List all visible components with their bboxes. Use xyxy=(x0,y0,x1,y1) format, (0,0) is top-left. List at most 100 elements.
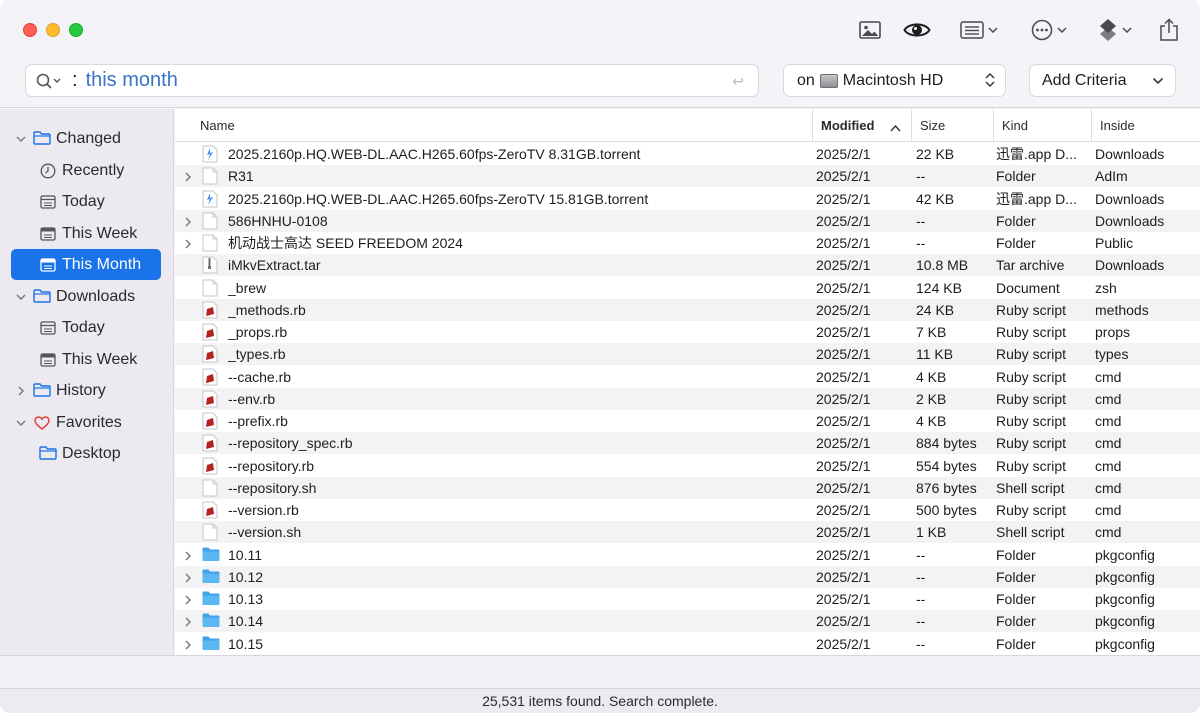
chevron-right-icon[interactable] xyxy=(183,549,193,565)
sidebar-item-label: This Week xyxy=(62,224,138,242)
table-row[interactable]: 10.11 2025/2/1 -- Folder pkgconfig xyxy=(175,544,1200,566)
status-bar: 25,531 items found. Search complete. xyxy=(0,688,1200,713)
kind-cell: Ruby script xyxy=(996,368,1067,385)
inside-cell: types xyxy=(1095,346,1129,363)
kind-cell: Ruby script xyxy=(996,324,1067,340)
table-row[interactable]: 10.12 2025/2/1 -- Folder pkgconfig xyxy=(175,565,1200,588)
image-icon[interactable] xyxy=(855,14,885,46)
table-row[interactable]: iMkvExtract.tar 2025/2/1 10.8 MB Tar archiv… xyxy=(175,254,1200,277)
calendar-icon xyxy=(40,258,56,272)
sidebar-item-today[interactable]: Today xyxy=(0,312,174,343)
minimize-window-button[interactable] xyxy=(46,23,60,37)
table-row[interactable]: --repository.rb 2025/2/1 554 bytes Ruby scr… xyxy=(175,455,1200,477)
chevron-down-icon[interactable] xyxy=(15,416,27,434)
size-cell: -- xyxy=(916,546,926,563)
name-cell: --version.rb xyxy=(228,502,299,518)
table-row[interactable]: 2025.2160p.HQ.WEB-DL.AAC.H265.60fps-Zero… xyxy=(175,143,1200,165)
modified-cell: 2025/2/1 xyxy=(816,368,871,385)
name-cell: --repository.rb xyxy=(228,457,315,474)
eye-icon[interactable] xyxy=(900,14,934,46)
sidebar-group-history[interactable]: History xyxy=(0,375,174,406)
sidebar-item-today[interactable]: Today xyxy=(0,186,174,217)
table-row[interactable]: _methods.rb 2025/2/1 24 KB Ruby script metho… xyxy=(175,298,1200,321)
ruby-file-icon xyxy=(202,323,218,341)
table-row[interactable]: --repository.sh 2025/2/1 876 bytes Shell sc… xyxy=(175,476,1200,499)
list-view-icon[interactable] xyxy=(955,14,1003,46)
table-row[interactable]: --prefix.rb 2025/2/1 4 KB Ruby script cmd xyxy=(175,410,1200,432)
name-cell: _brew xyxy=(228,279,267,296)
table-row[interactable]: --version.rb 2025/2/1 500 bytes Ruby script… xyxy=(175,499,1200,521)
chevron-right-icon[interactable] xyxy=(183,615,193,631)
table-row[interactable]: 10.13 2025/2/1 -- Folder pkgconfig xyxy=(175,588,1200,610)
search-field[interactable]: : this month ↩ xyxy=(25,64,759,97)
close-window-button[interactable] xyxy=(23,23,37,37)
column-header-name[interactable]: Name xyxy=(175,109,812,142)
chevron-right-icon[interactable] xyxy=(183,593,193,609)
sidebar-group-changed[interactable]: Changed xyxy=(0,123,174,154)
column-header-size[interactable]: Size xyxy=(911,109,993,142)
size-cell: 1 KB xyxy=(916,524,947,541)
document-icon xyxy=(202,479,218,497)
column-label: Name xyxy=(200,118,235,133)
sidebar-group-favorites[interactable]: Favorites xyxy=(0,407,174,438)
size-cell: -- xyxy=(916,568,926,585)
table-row[interactable]: --repository_spec.rb 2025/2/1 884 bytes Rub… xyxy=(175,432,1200,455)
table-row[interactable]: 586HNHU-0108 2025/2/1 -- Folder Downloads xyxy=(175,209,1200,232)
name-cell: R31 xyxy=(228,168,254,185)
sidebar-item-label: Recently xyxy=(62,161,125,179)
share-icon[interactable] xyxy=(1155,14,1183,46)
tag-icon[interactable] xyxy=(1095,14,1135,46)
table-row[interactable]: _props.rb 2025/2/1 7 KB Ruby script props xyxy=(175,321,1200,343)
chevron-right-icon[interactable] xyxy=(183,237,193,253)
zoom-window-button[interactable] xyxy=(69,23,83,37)
calendar-icon xyxy=(40,195,56,209)
sidebar-group-downloads[interactable]: Downloads xyxy=(0,281,174,312)
calendar-icon xyxy=(40,227,56,241)
sidebar-item-this-week[interactable]: This Week xyxy=(0,344,174,375)
table-row[interactable]: --env.rb 2025/2/1 2 KB Ruby script cmd xyxy=(175,387,1200,410)
chevron-right-icon[interactable] xyxy=(183,170,193,186)
sidebar-item-recently[interactable]: Recently xyxy=(0,155,174,186)
table-row[interactable]: --version.sh 2025/2/1 1 KB Shell script cmd xyxy=(175,521,1200,544)
inside-cell: Downloads xyxy=(1095,190,1165,207)
chevron-down-icon[interactable] xyxy=(15,290,27,308)
inside-cell: zsh xyxy=(1095,279,1117,296)
chevron-down-icon[interactable] xyxy=(15,132,27,150)
table-row[interactable]: 机动战士高达 SEED FREEDOM 2024 2025/2/1 -- Folder… xyxy=(175,232,1200,254)
column-header-kind[interactable]: Kind xyxy=(993,109,1091,142)
chevron-right-icon[interactable] xyxy=(183,215,193,231)
table-row[interactable]: 10.15 2025/2/1 -- Folder pkgconfig xyxy=(175,633,1200,655)
size-cell: 124 KB xyxy=(916,279,962,296)
size-cell: -- xyxy=(916,235,926,251)
search-scope-select[interactable]: on Macintosh HD xyxy=(783,64,1006,97)
table-row[interactable]: _brew 2025/2/1 124 KB Document zsh xyxy=(175,277,1200,299)
modified-cell: 2025/2/1 xyxy=(816,146,871,162)
folder-icon xyxy=(33,383,51,397)
ruby-file-icon xyxy=(202,434,218,452)
window: : this month ↩ on Macintosh HD Add Crite… xyxy=(0,0,1200,713)
table-row[interactable]: _types.rb 2025/2/1 11 KB Ruby script types xyxy=(175,343,1200,366)
sidebar-item-desktop[interactable]: Desktop xyxy=(0,438,174,469)
sidebar-item-this-week[interactable]: This Week xyxy=(0,218,174,249)
sidebar-item-label: This Week xyxy=(62,350,138,368)
chevron-right-icon[interactable] xyxy=(183,571,193,587)
more-icon[interactable] xyxy=(1027,14,1071,46)
table-row[interactable]: R31 2025/2/1 -- Folder AdIm xyxy=(175,165,1200,188)
add-criteria-button[interactable]: Add Criteria xyxy=(1029,64,1176,97)
table-row[interactable]: 10.14 2025/2/1 -- Folder pkgconfig xyxy=(175,610,1200,633)
torrent-file-icon xyxy=(202,190,218,208)
column-header-inside[interactable]: Inside xyxy=(1091,109,1200,142)
inside-cell: pkgconfig xyxy=(1095,568,1155,585)
footer-bar xyxy=(0,655,1200,688)
modified-cell: 2025/2/1 xyxy=(816,390,871,407)
chevron-right-icon[interactable] xyxy=(183,638,193,654)
column-header-modified[interactable]: Modified xyxy=(812,109,911,142)
table-row[interactable]: --cache.rb 2025/2/1 4 KB Ruby script cmd xyxy=(175,366,1200,388)
table-row[interactable]: 2025.2160p.HQ.WEB-DL.AAC.H265.60fps-Zero… xyxy=(175,188,1200,210)
chevron-right-icon[interactable] xyxy=(15,384,27,402)
search-query[interactable]: this month xyxy=(86,69,178,92)
kind-cell: Ruby script xyxy=(996,301,1067,318)
sidebar-item-this-month[interactable]: This Month xyxy=(11,249,161,280)
name-cell: 586HNHU-0108 xyxy=(228,212,328,229)
search-icon[interactable] xyxy=(36,73,62,89)
